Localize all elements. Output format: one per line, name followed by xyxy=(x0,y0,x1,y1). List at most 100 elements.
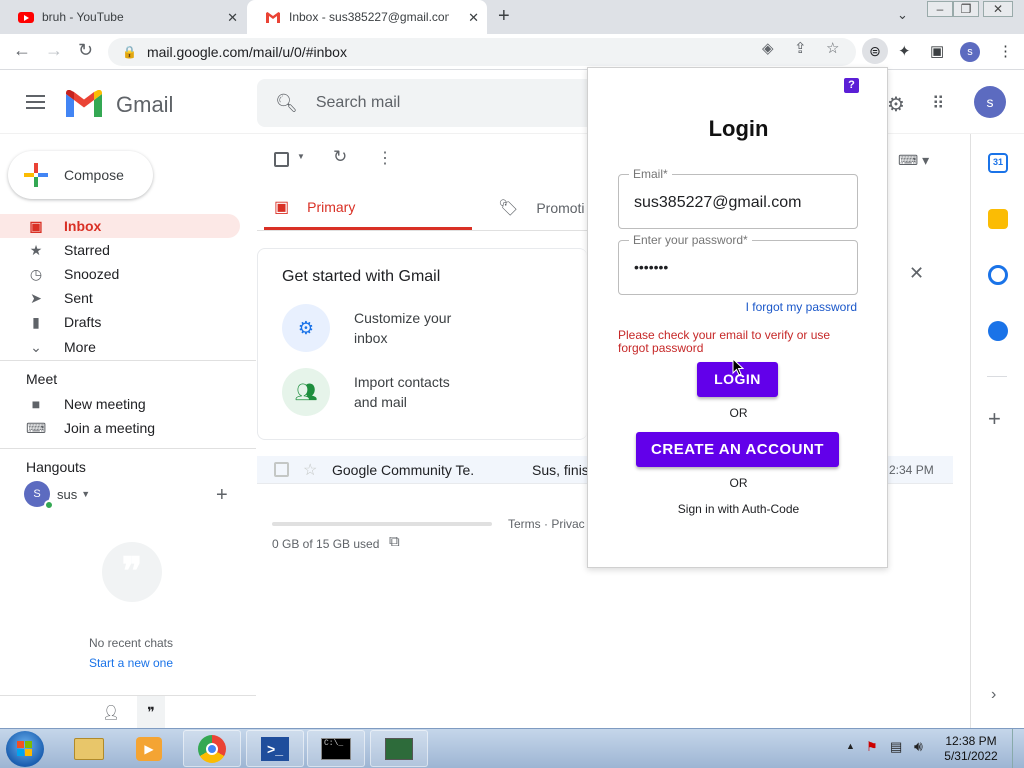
tab-promotions-label: Promoti xyxy=(536,200,585,216)
send-icon: ➤ xyxy=(30,289,42,306)
account-avatar[interactable]: s xyxy=(974,86,1006,118)
task-manager-taskbar-button[interactable] xyxy=(370,730,428,767)
select-dropdown-icon[interactable]: ▼ xyxy=(297,152,305,161)
star-icon: ★ xyxy=(29,241,43,258)
forgot-password-link[interactable]: I forgot my password xyxy=(746,300,857,314)
more-options-icon[interactable]: ⋮ xyxy=(377,148,393,168)
powershell-taskbar-button[interactable]: >_ xyxy=(246,730,304,767)
bookmark-star-icon[interactable]: ☆ xyxy=(826,39,839,57)
action-center-flag-icon[interactable]: ⚑ xyxy=(866,739,878,755)
media-player-taskbar-button[interactable]: ▶ xyxy=(120,730,178,767)
minimize-button[interactable]: – xyxy=(927,1,953,17)
extensions-puzzle-icon[interactable]: ✦ xyxy=(898,42,911,60)
tab-search-chevron-icon[interactable]: ⌄ xyxy=(897,7,908,23)
hangouts-user-name: sus xyxy=(57,486,78,502)
contacts-icon[interactable] xyxy=(988,321,1008,341)
sidebar-item-inbox[interactable]: ▣ Inbox xyxy=(0,214,240,238)
show-desktop-button[interactable] xyxy=(1012,729,1024,768)
close-tab-icon[interactable]: ✕ xyxy=(227,10,238,26)
status-chevron-icon[interactable]: ▼ xyxy=(81,489,90,499)
item-line-2: and mail xyxy=(354,394,407,410)
tab-title: bruh - YouTube xyxy=(42,10,124,24)
chrome-taskbar-button[interactable] xyxy=(183,730,241,767)
calendar-icon[interactable]: 31 xyxy=(988,153,1008,173)
tab-promotions[interactable]: 🏷︎ Promoti xyxy=(498,186,588,230)
chevron-down-icon: ⌄ xyxy=(30,338,42,355)
main-menu-icon[interactable] xyxy=(26,95,45,113)
footer-links[interactable]: Terms · Privac xyxy=(508,517,587,531)
row-star-icon[interactable]: ☆ xyxy=(303,460,317,480)
new-meeting-item[interactable]: ■ New meeting xyxy=(0,392,240,416)
hangouts-heading: Hangouts xyxy=(26,459,86,475)
start-new-chat-link[interactable]: Start a new one xyxy=(0,656,262,670)
hangouts-user[interactable]: S sus ▼ xyxy=(24,481,90,510)
close-window-button[interactable]: ✕ xyxy=(983,1,1013,17)
share-icon[interactable]: ⇪ xyxy=(794,39,807,57)
browser-toolbar: ← → ↻ 🔒 mail.google.com/mail/u/0/#inbox … xyxy=(0,34,1024,70)
sidebar-item-label: More xyxy=(64,339,96,355)
customize-inbox-text: Customize your inbox xyxy=(354,308,474,348)
input-tools-keyboard-icon[interactable]: ⌨ ▾ xyxy=(898,152,929,169)
sidebar-item-starred[interactable]: ★ Starred xyxy=(0,238,240,262)
address-bar[interactable]: 🔒 mail.google.com/mail/u/0/#inbox xyxy=(108,38,856,66)
video-camera-icon: ■ xyxy=(31,396,41,412)
back-arrow-icon[interactable]: ← xyxy=(13,40,31,61)
side-panel-icon[interactable]: ▣ xyxy=(930,42,944,60)
open-in-new-icon[interactable]: ⧉ xyxy=(389,533,400,550)
search-icon[interactable]: 🔍︎ xyxy=(275,93,298,114)
email-field[interactable]: Email* sus385227@gmail.com xyxy=(618,167,858,229)
search-mail-input[interactable]: 🔍︎ Search mail xyxy=(257,79,597,127)
sidebar-item-more[interactable]: ⌄ More xyxy=(0,335,240,359)
network-icon[interactable]: ▤ xyxy=(890,739,902,755)
customize-inbox-item[interactable]: ⚙ Customize your inbox xyxy=(282,304,474,352)
get-addons-plus-icon[interactable]: + xyxy=(988,406,1001,432)
sidebar-item-sent[interactable]: ➤ Sent xyxy=(0,286,240,310)
import-contacts-item[interactable]: 👥︎ Import contacts and mail xyxy=(282,368,474,416)
tasks-icon[interactable] xyxy=(988,265,1008,285)
help-icon[interactable]: ? xyxy=(844,78,859,93)
maximize-button[interactable]: ❐ xyxy=(953,1,979,17)
sidebar-item-snoozed[interactable]: ◷ Snoozed xyxy=(0,262,240,286)
cmd-taskbar-button[interactable]: C:\_ xyxy=(307,730,365,767)
contacts-person-icon[interactable]: 👤︎ xyxy=(102,704,120,721)
sidebar-item-label: Sent xyxy=(64,290,93,306)
show-side-panel-chevron-icon[interactable]: › xyxy=(991,686,996,704)
profile-avatar[interactable]: s xyxy=(960,42,980,62)
create-account-button[interactable]: CREATE AN ACCOUNT xyxy=(636,432,839,467)
mouse-cursor xyxy=(732,358,744,376)
refresh-icon[interactable]: ↻ xyxy=(333,147,347,167)
tab-youtube[interactable]: bruh - YouTube ✕ xyxy=(0,0,246,34)
close-tab-icon[interactable]: ✕ xyxy=(468,10,479,26)
get-started-title: Get started with Gmail xyxy=(282,268,441,285)
keep-icon[interactable] xyxy=(988,209,1008,229)
show-hidden-icons-arrow[interactable]: ▲ xyxy=(846,741,855,751)
explorer-taskbar-button[interactable] xyxy=(60,730,118,767)
join-meeting-item[interactable]: ⌨ Join a meeting xyxy=(0,416,240,440)
add-chat-icon[interactable]: + xyxy=(216,484,228,507)
row-time: 2:34 PM xyxy=(889,463,934,477)
hangouts-quote-icon[interactable]: ❞ xyxy=(137,696,165,729)
apps-grid-icon[interactable]: ⠿ xyxy=(932,94,944,114)
sidebar-item-drafts[interactable]: ▮ Drafts xyxy=(0,310,240,334)
tab-gmail-inbox[interactable]: Inbox - sus385227@gmail.com - ✕ xyxy=(247,0,487,34)
extension-active-icon[interactable]: ⊜ xyxy=(862,38,888,64)
reload-icon[interactable]: ↻ xyxy=(78,40,93,61)
browser-menu-icon[interactable]: ⋮ xyxy=(998,42,1013,60)
start-button[interactable] xyxy=(6,731,44,767)
tab-primary[interactable]: ▣ Primary xyxy=(264,186,472,230)
forward-arrow-icon[interactable]: → xyxy=(45,40,63,61)
dismiss-card-close-icon[interactable]: ✕ xyxy=(909,263,924,284)
select-all-checkbox[interactable] xyxy=(274,152,289,167)
site-settings-icon[interactable]: ◈ xyxy=(762,39,774,57)
lock-icon: 🔒 xyxy=(122,45,137,59)
password-field[interactable]: Enter your password* ••••••• xyxy=(618,233,858,295)
volume-icon[interactable]: 🔊︎ xyxy=(914,738,923,755)
compose-button[interactable]: Compose xyxy=(8,151,153,199)
system-clock[interactable]: 12:38 PM 5/31/2022 xyxy=(936,734,1006,764)
auth-code-link[interactable]: Sign in with Auth-Code xyxy=(588,502,889,516)
settings-gear-icon[interactable]: ⚙ xyxy=(887,92,905,117)
new-tab-button[interactable]: + xyxy=(498,5,510,28)
row-checkbox[interactable] xyxy=(274,462,289,477)
task-manager-icon xyxy=(385,737,413,760)
sidebar-item-label: Inbox xyxy=(64,218,102,234)
